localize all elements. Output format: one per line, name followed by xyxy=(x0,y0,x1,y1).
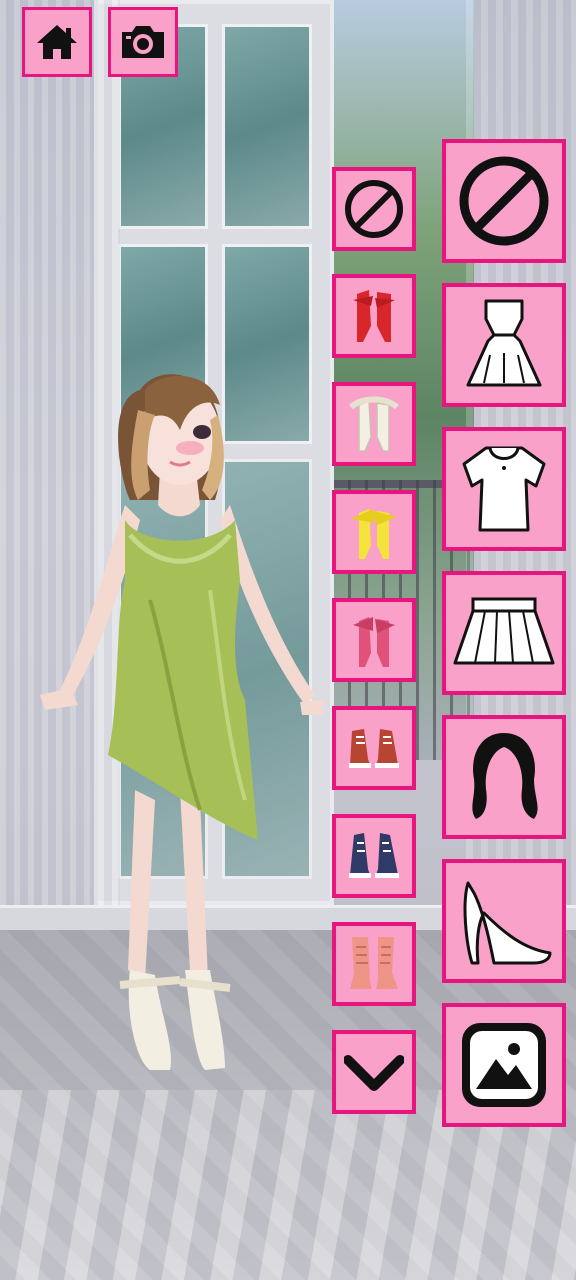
item-none-button[interactable] xyxy=(332,167,416,251)
window-pane xyxy=(222,24,312,229)
skirt-icon xyxy=(451,593,557,673)
scroll-down-button[interactable] xyxy=(332,1030,416,1114)
red-heels-icon xyxy=(349,286,399,346)
category-dress-button[interactable] xyxy=(442,283,566,407)
image-icon xyxy=(456,1017,552,1113)
no-symbol-icon xyxy=(456,153,552,249)
white-ribbon-heels xyxy=(119,970,231,1070)
item-red-ribbon-heels[interactable] xyxy=(332,274,416,358)
category-remove-button[interactable] xyxy=(442,139,566,263)
white-heels-icon xyxy=(349,393,399,455)
item-white-ribbon-heels[interactable] xyxy=(332,382,416,466)
no-symbol-icon xyxy=(343,178,405,240)
hair-icon xyxy=(464,729,544,825)
item-red-sneakers[interactable] xyxy=(332,706,416,790)
item-navy-sneakers[interactable] xyxy=(332,814,416,898)
item-pink-boots[interactable] xyxy=(332,922,416,1006)
red-sneakers-icon xyxy=(346,725,402,771)
pink-heels-icon xyxy=(349,609,399,671)
category-shoes-button[interactable] xyxy=(442,859,566,983)
high-heel-icon xyxy=(454,873,554,969)
chevron-down-icon xyxy=(344,1052,404,1092)
doll-character[interactable] xyxy=(30,370,330,1090)
legs xyxy=(128,790,208,980)
item-pink-ribbon-heels[interactable] xyxy=(332,598,416,682)
camera-icon xyxy=(118,22,168,62)
pink-boots-icon xyxy=(346,933,402,995)
category-background-button[interactable] xyxy=(442,1003,566,1127)
dress-icon xyxy=(464,297,544,393)
blouse-icon xyxy=(458,442,550,536)
navy-sneakers-icon xyxy=(346,831,402,881)
category-top-button[interactable] xyxy=(442,427,566,551)
yellow-heels-icon xyxy=(349,501,399,563)
item-yellow-ribbon-heels[interactable] xyxy=(332,490,416,574)
camera-button[interactable] xyxy=(108,7,178,77)
home-icon xyxy=(35,22,79,62)
green-satin-dress xyxy=(108,520,258,840)
category-skirt-button[interactable] xyxy=(442,571,566,695)
home-button[interactable] xyxy=(22,7,92,77)
category-hair-button[interactable] xyxy=(442,715,566,839)
